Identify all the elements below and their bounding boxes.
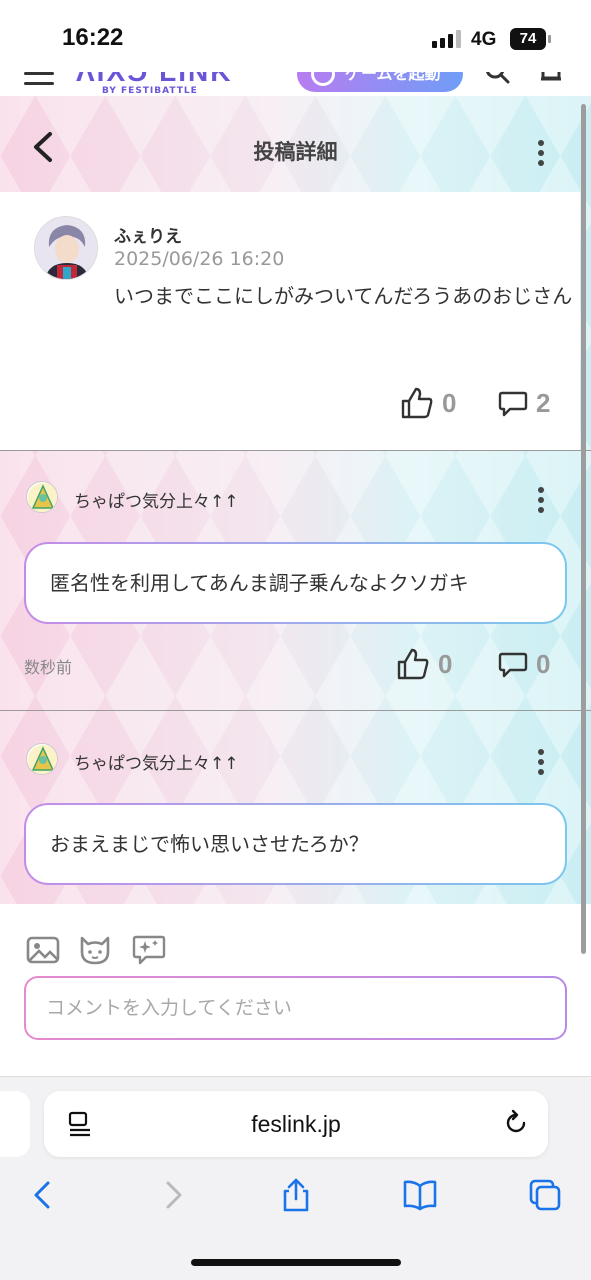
comment-more-icon[interactable] <box>537 749 545 777</box>
image-icon[interactable] <box>26 934 60 966</box>
like-button[interactable]: 0 <box>396 647 452 681</box>
avatar-image <box>28 745 57 774</box>
address-bar[interactable]: feslink.jp <box>44 1091 548 1157</box>
status-time: 16:22 <box>62 24 124 51</box>
comment-button[interactable]: 2 <box>498 386 550 420</box>
avatar[interactable] <box>26 481 58 513</box>
stamp-face-icon[interactable] <box>78 934 112 966</box>
post-date: 2025/06/26 16:20 <box>114 248 285 270</box>
like-button[interactable]: 0 <box>400 386 456 420</box>
avatar-image <box>35 217 97 279</box>
avatar-image <box>28 483 57 512</box>
comment-input[interactable] <box>24 976 567 1040</box>
signal-icon <box>432 30 464 48</box>
reply-button[interactable]: 0 <box>498 647 550 681</box>
page-title: 投稿詳細 <box>253 140 338 164</box>
bookmarks-icon[interactable] <box>402 1177 438 1213</box>
comment-compose-area <box>0 904 591 1076</box>
comment-bubble-icon <box>498 652 528 678</box>
thumbs-up-icon <box>397 648 429 680</box>
comment-bubble: おまえまじで怖い思いさせたろか？ <box>24 803 567 885</box>
status-bar: 16:22 4G 74 <box>0 0 591 72</box>
avatar[interactable] <box>26 743 58 775</box>
browser-toolbar: feslink.jp <box>0 1076 591 1280</box>
scrollbar[interactable] <box>581 104 586 954</box>
reply-count: 0 <box>536 648 551 679</box>
comment-item: ちゃぱつ気分上々↑↑ おまえまじで怖い思いさせたろか？ <box>0 711 580 904</box>
thumbs-up-icon <box>401 387 433 419</box>
reload-icon[interactable] <box>502 1109 530 1137</box>
like-count: 0 <box>442 387 457 418</box>
post-author[interactable]: ふぇりえ <box>114 222 182 247</box>
battery-icon: 74 <box>510 28 551 50</box>
home-indicator[interactable] <box>191 1259 401 1266</box>
site-logo-sub: BY FESTIBATTLE <box>102 86 198 96</box>
comment-author[interactable]: ちゃぱつ気分上々↑↑ <box>74 487 239 512</box>
menu-icon[interactable] <box>24 72 56 86</box>
avatar[interactable] <box>34 216 98 280</box>
sparkle-bubble-icon[interactable] <box>132 934 166 966</box>
comment-item: ちゃぱつ気分上々↑↑ 匿名性を利用してあんま調子乗んなよクソガキ 数秒前 0 0 <box>0 451 580 710</box>
post-body: いつまでここにしがみついてんだろうあのおじさん <box>114 284 573 308</box>
comment-count: 2 <box>536 387 551 418</box>
network-label: 4G <box>471 29 497 50</box>
comment-bubble-icon <box>498 391 528 417</box>
comment-bubble: 匿名性を利用してあんま調子乗んなよクソガキ <box>24 542 567 624</box>
comment-author[interactable]: ちゃぱつ気分上々↑↑ <box>74 749 239 774</box>
title-bar: 投稿詳細 <box>0 96 591 192</box>
url-text: feslink.jp <box>251 1111 341 1137</box>
tabs-icon[interactable] <box>527 1177 563 1213</box>
previous-tab-preview[interactable] <box>0 1091 30 1157</box>
more-options-icon[interactable] <box>537 140 545 168</box>
post-card: ふぇりえ 2025/06/26 16:20 いつまでここにしがみついてんだろうあ… <box>0 192 580 450</box>
browser-back-icon[interactable] <box>26 1177 62 1213</box>
browser-forward-icon[interactable] <box>154 1177 190 1213</box>
like-count: 0 <box>438 648 453 679</box>
comment-more-icon[interactable] <box>537 487 545 515</box>
share-icon[interactable] <box>278 1177 314 1213</box>
comment-time: 数秒前 <box>24 658 73 677</box>
